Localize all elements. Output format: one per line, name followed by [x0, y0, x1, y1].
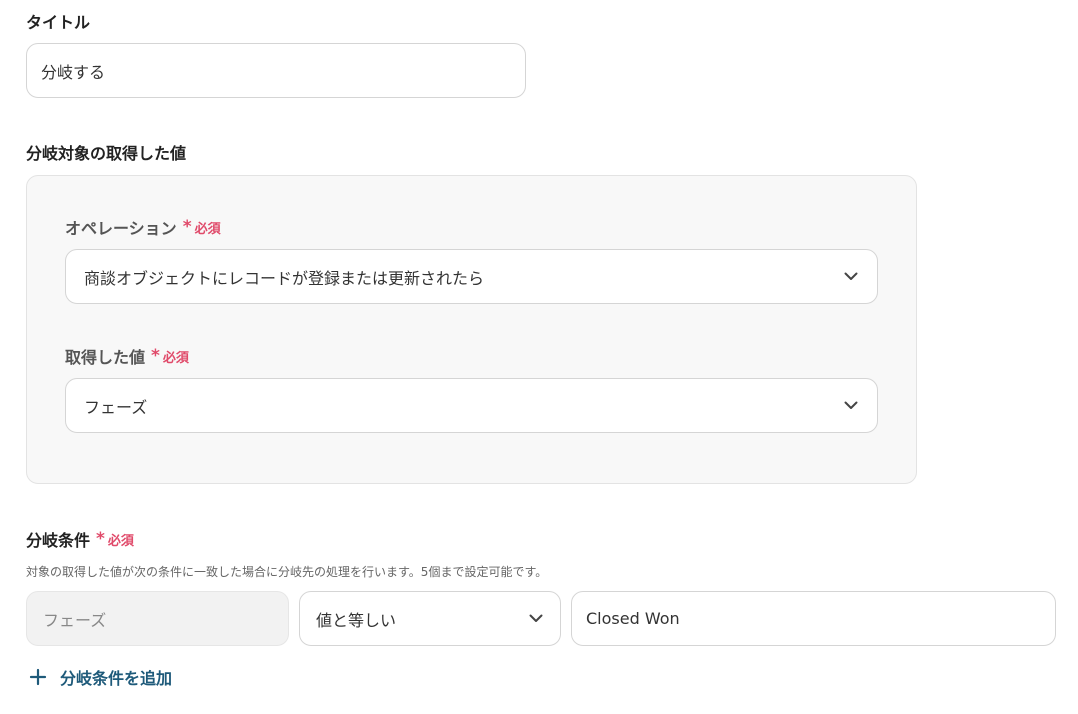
- plus-icon: [28, 667, 48, 687]
- required-badge: 必須: [162, 350, 189, 366]
- condition-operator-value: 値と等しい: [316, 610, 397, 630]
- required-asterisk: *: [151, 345, 160, 366]
- condition-value-input[interactable]: [571, 591, 1056, 646]
- branch-settings-page: タイトル 分岐対象の取得した値 オペレーション * 必須 商談オブジェクトにレコ…: [0, 0, 1078, 714]
- title-input[interactable]: [26, 43, 526, 98]
- required-asterisk: *: [182, 216, 192, 237]
- branch-condition-label: 分岐条件 * 必須: [26, 528, 134, 550]
- required-badge: 必須: [107, 533, 134, 549]
- branch-target-panel: オペレーション * 必須 商談オブジェクトにレコードが登録または更新されたら 取…: [26, 175, 917, 484]
- chevron-down-icon: [528, 611, 544, 627]
- title-label: タイトル: [26, 13, 91, 32]
- operation-selected-value: 商談オブジェクトにレコードが登録または更新されたら: [84, 268, 485, 288]
- chevron-down-icon: [843, 269, 859, 285]
- required-asterisk: *: [96, 528, 105, 549]
- chevron-down-icon: [843, 398, 859, 414]
- operation-select[interactable]: 商談オブジェクトにレコードが登録または更新されたら: [65, 249, 878, 304]
- required-badge: 必須: [194, 221, 221, 237]
- acquired-value-label: 取得した値 * 必須: [65, 345, 189, 367]
- condition-operator-select[interactable]: 値と等しい: [299, 591, 561, 646]
- operation-label: オペレーション * 必須: [65, 216, 221, 238]
- branch-target-label: 分岐対象の取得した値: [26, 144, 187, 163]
- condition-field-readonly: フェーズ: [26, 591, 289, 646]
- acquired-value-select[interactable]: フェーズ: [65, 378, 878, 433]
- branch-condition-help: 対象の取得した値が次の条件に一致した場合に分岐先の処理を行います。5個まで設定可…: [26, 565, 548, 579]
- add-branch-condition-button[interactable]: 分岐条件を追加: [28, 665, 172, 689]
- acquired-value-selected-value: フェーズ: [84, 397, 148, 417]
